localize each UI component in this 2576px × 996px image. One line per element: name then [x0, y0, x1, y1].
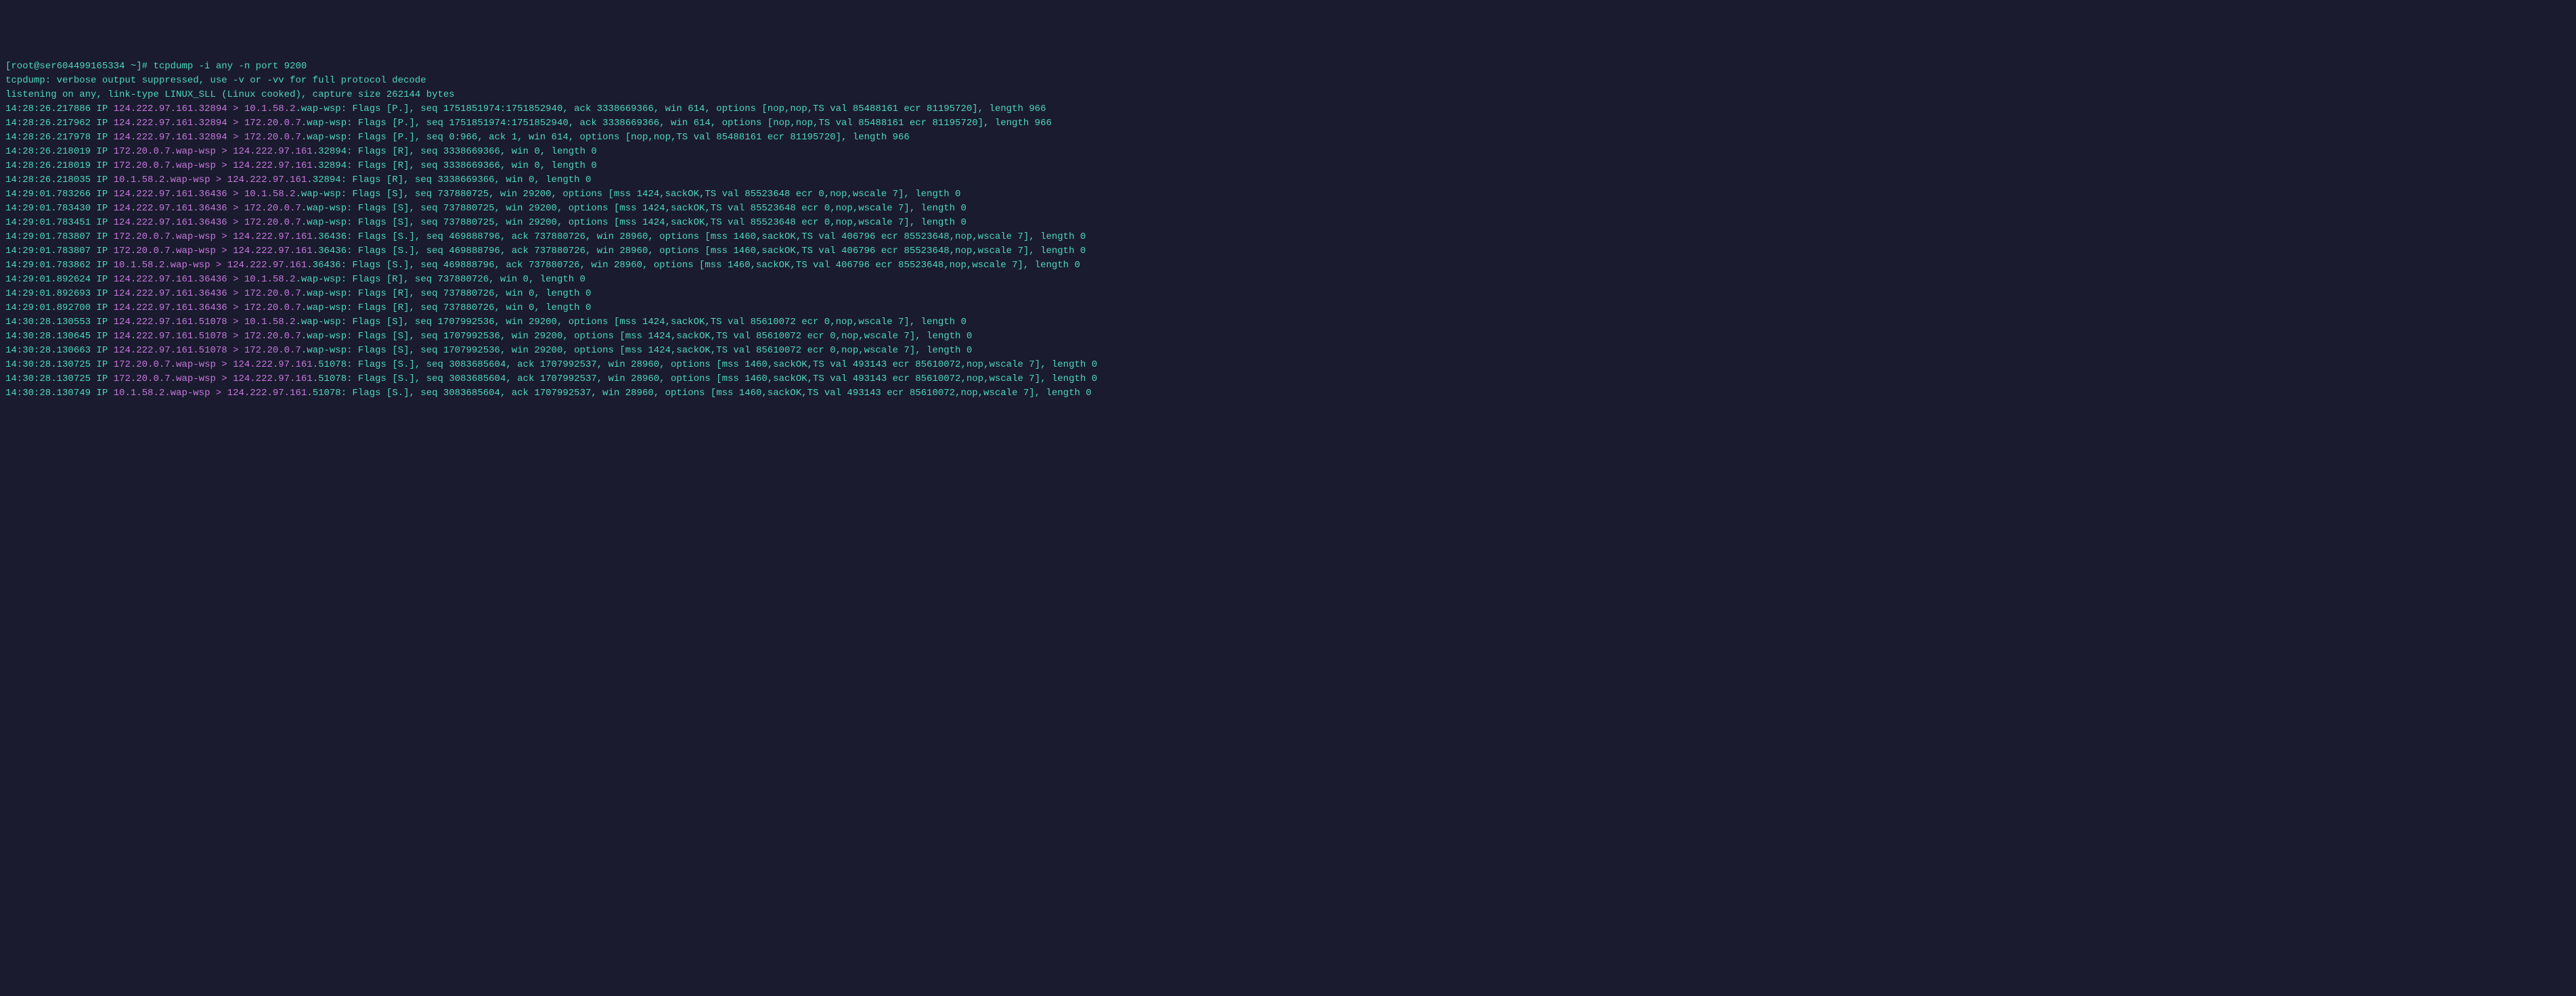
packet-details: .wap-wsp: Flags [S], seq 737880725, win …: [301, 217, 967, 228]
packet-details: .wap-wsp: Flags [S], seq 1707992536, win…: [295, 317, 966, 327]
packet-address: 124.222.97.161.51078 > 172.20.0.7: [114, 331, 301, 342]
packet-line: 14:29:01.892700 IP 124.222.97.161.36436 …: [5, 301, 2571, 315]
packet-details: .wap-wsp: Flags [S], seq 1707992536, win…: [301, 345, 972, 356]
packet-timestamp: 14:28:26.218035 IP: [5, 175, 114, 185]
packet-details: .wap-wsp: Flags [P.], seq 0:966, ack 1, …: [301, 132, 910, 143]
packet-details: .wap-wsp: Flags [R], seq 737880726, win …: [301, 302, 591, 313]
packet-line: 14:28:26.218035 IP 10.1.58.2.wap-wsp > 1…: [5, 173, 2571, 187]
packet-address: 10.1.58.2.wap-wsp > 124.222.97.161: [114, 260, 307, 271]
packet-timestamp: 14:28:26.218019 IP: [5, 146, 114, 157]
packet-timestamp: 14:30:28.130725 IP: [5, 359, 114, 370]
packet-address: 172.20.0.7.wap-wsp > 124.222.97.161: [114, 231, 313, 242]
packet-line: 14:30:28.130553 IP 124.222.97.161.51078 …: [5, 315, 2571, 330]
packet-details: .51078: Flags [S.], seq 3083685604, ack …: [313, 359, 1097, 370]
packet-address: 124.222.97.161.51078 > 10.1.58.2: [114, 317, 296, 327]
packet-line: 14:29:01.892693 IP 124.222.97.161.36436 …: [5, 287, 2571, 301]
packet-address: 10.1.58.2.wap-wsp > 124.222.97.161: [114, 388, 307, 399]
packet-line: 14:29:01.783807 IP 172.20.0.7.wap-wsp > …: [5, 244, 2571, 258]
packet-timestamp: 14:29:01.783430 IP: [5, 203, 114, 214]
packet-line: 14:30:28.130725 IP 172.20.0.7.wap-wsp > …: [5, 372, 2571, 386]
packet-details: .wap-wsp: Flags [P.], seq 1751851974:175…: [295, 104, 1046, 114]
packet-address: 124.222.97.161.36436 > 172.20.0.7: [114, 217, 301, 228]
packet-address: 124.222.97.161.32894 > 172.20.0.7: [114, 118, 301, 129]
packet-details: .36436: Flags [S.], seq 469888796, ack 7…: [313, 246, 1086, 256]
packet-details: .wap-wsp: Flags [S], seq 737880725, win …: [295, 189, 960, 200]
packet-address: 124.222.97.161.32894 > 10.1.58.2: [114, 104, 296, 114]
packet-address: 172.20.0.7.wap-wsp > 124.222.97.161: [114, 374, 313, 384]
packet-details: .wap-wsp: Flags [R], seq 737880726, win …: [295, 274, 585, 285]
packet-timestamp: 14:30:28.130663 IP: [5, 345, 114, 356]
packet-address: 10.1.58.2.wap-wsp > 124.222.97.161: [114, 175, 307, 185]
shell-prompt: [root@ser604499165334 ~]#: [5, 61, 153, 72]
packet-timestamp: 14:28:26.217886 IP: [5, 104, 114, 114]
packet-line: 14:29:01.783862 IP 10.1.58.2.wap-wsp > 1…: [5, 258, 2571, 273]
packet-timestamp: 14:29:01.783807 IP: [5, 231, 114, 242]
packet-timestamp: 14:29:01.783862 IP: [5, 260, 114, 271]
packet-timestamp: 14:29:01.892693 IP: [5, 288, 114, 299]
packet-details: .32894: Flags [R], seq 3338669366, win 0…: [313, 146, 597, 157]
packet-details: .51078: Flags [S.], seq 3083685604, ack …: [313, 374, 1097, 384]
packet-line: 14:30:28.130749 IP 10.1.58.2.wap-wsp > 1…: [5, 386, 2571, 401]
packet-line: 14:29:01.783266 IP 124.222.97.161.36436 …: [5, 187, 2571, 202]
packet-details: .36436: Flags [S.], seq 469888796, ack 7…: [307, 260, 1080, 271]
packet-details: .wap-wsp: Flags [R], seq 737880726, win …: [301, 288, 591, 299]
packet-details: .wap-wsp: Flags [S], seq 737880725, win …: [301, 203, 967, 214]
packet-address: 124.222.97.161.36436 > 10.1.58.2: [114, 274, 296, 285]
packet-timestamp: 14:28:26.217962 IP: [5, 118, 114, 129]
tcpdump-info-line: tcpdump: verbose output suppressed, use …: [5, 74, 2571, 88]
packet-line: 14:29:01.892624 IP 124.222.97.161.36436 …: [5, 273, 2571, 287]
packet-line: 14:30:28.130663 IP 124.222.97.161.51078 …: [5, 344, 2571, 358]
packet-timestamp: 14:30:28.130725 IP: [5, 374, 114, 384]
packet-details: .wap-wsp: Flags [P.], seq 1751851974:175…: [301, 118, 1052, 129]
packet-timestamp: 14:29:01.783266 IP: [5, 189, 114, 200]
packet-line: 14:29:01.783807 IP 172.20.0.7.wap-wsp > …: [5, 230, 2571, 244]
packet-address: 124.222.97.161.36436 > 172.20.0.7: [114, 203, 301, 214]
packet-timestamp: 14:30:28.130749 IP: [5, 388, 114, 399]
packet-line: 14:29:01.783430 IP 124.222.97.161.36436 …: [5, 202, 2571, 216]
packet-line: 14:28:26.218019 IP 172.20.0.7.wap-wsp > …: [5, 159, 2571, 173]
packet-line: 14:28:26.217886 IP 124.222.97.161.32894 …: [5, 102, 2571, 116]
packet-line: 14:28:26.217978 IP 124.222.97.161.32894 …: [5, 131, 2571, 145]
packet-timestamp: 14:28:26.218019 IP: [5, 160, 114, 171]
packet-address: 172.20.0.7.wap-wsp > 124.222.97.161: [114, 146, 313, 157]
packet-address: 124.222.97.161.36436 > 10.1.58.2: [114, 189, 296, 200]
packet-timestamp: 14:29:01.783451 IP: [5, 217, 114, 228]
packet-line: 14:30:28.130645 IP 124.222.97.161.51078 …: [5, 330, 2571, 344]
packet-address: 124.222.97.161.36436 > 172.20.0.7: [114, 288, 301, 299]
command-text: tcpdump -i any -n port 9200: [153, 61, 307, 72]
packet-details: .32894: Flags [R], seq 3338669366, win 0…: [307, 175, 591, 185]
packet-address: 124.222.97.161.51078 > 172.20.0.7: [114, 345, 301, 356]
packet-line: 14:28:26.218019 IP 172.20.0.7.wap-wsp > …: [5, 145, 2571, 159]
packet-timestamp: 14:29:01.892700 IP: [5, 302, 114, 313]
terminal-output[interactable]: [root@ser604499165334 ~]# tcpdump -i any…: [5, 60, 2571, 401]
packet-details: .36436: Flags [S.], seq 469888796, ack 7…: [313, 231, 1086, 242]
packet-timestamp: 14:28:26.217978 IP: [5, 132, 114, 143]
packet-address: 172.20.0.7.wap-wsp > 124.222.97.161: [114, 246, 313, 256]
packet-output: 14:28:26.217886 IP 124.222.97.161.32894 …: [5, 102, 2571, 401]
packet-address: 172.20.0.7.wap-wsp > 124.222.97.161: [114, 359, 313, 370]
packet-address: 172.20.0.7.wap-wsp > 124.222.97.161: [114, 160, 313, 171]
packet-line: 14:28:26.217962 IP 124.222.97.161.32894 …: [5, 116, 2571, 131]
packet-timestamp: 14:29:01.892624 IP: [5, 274, 114, 285]
packet-line: 14:30:28.130725 IP 172.20.0.7.wap-wsp > …: [5, 358, 2571, 372]
packet-line: 14:29:01.783451 IP 124.222.97.161.36436 …: [5, 216, 2571, 230]
packet-timestamp: 14:30:28.130645 IP: [5, 331, 114, 342]
packet-address: 124.222.97.161.36436 > 172.20.0.7: [114, 302, 301, 313]
packet-timestamp: 14:30:28.130553 IP: [5, 317, 114, 327]
tcpdump-info-line: listening on any, link-type LINUX_SLL (L…: [5, 88, 2571, 102]
packet-details: .32894: Flags [R], seq 3338669366, win 0…: [313, 160, 597, 171]
packet-details: .51078: Flags [S.], seq 3083685604, ack …: [307, 388, 1091, 399]
packet-details: .wap-wsp: Flags [S], seq 1707992536, win…: [301, 331, 972, 342]
packet-address: 124.222.97.161.32894 > 172.20.0.7: [114, 132, 301, 143]
packet-timestamp: 14:29:01.783807 IP: [5, 246, 114, 256]
